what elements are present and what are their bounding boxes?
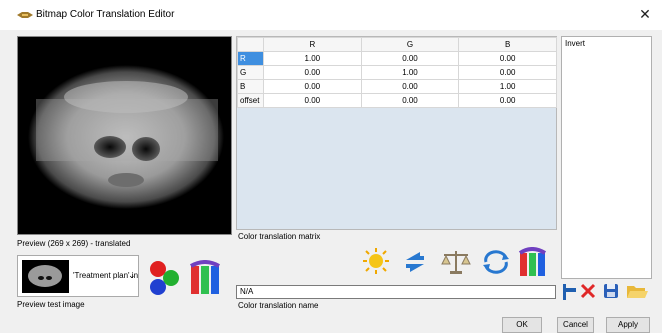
test-image-selector[interactable]: 'Treatment plan' in ⌄ xyxy=(17,255,139,297)
matrix-cell[interactable]: 0.00 xyxy=(360,79,460,94)
matrix-row-header[interactable]: B xyxy=(237,79,264,94)
matrix-cell[interactable]: 0.00 xyxy=(360,51,460,66)
apply-button[interactable]: Apply xyxy=(606,317,650,333)
save-disk-icon[interactable] xyxy=(603,283,619,299)
matrix-cell[interactable]: 1.00 xyxy=(263,51,362,66)
cancel-button[interactable]: Cancel xyxy=(557,317,594,333)
preset-list[interactable]: Invert xyxy=(561,36,652,279)
matrix-row[interactable]: R 1.00 0.00 0.00 xyxy=(237,51,557,66)
color-matrix-table: R G B R 1.00 0.00 0.00 G 0.00 1.00 0.00 … xyxy=(237,37,557,108)
ok-button[interactable]: OK xyxy=(502,317,542,333)
color-channels-icon[interactable] xyxy=(189,260,229,296)
matrix-cell[interactable]: 0.00 xyxy=(263,93,362,108)
matrix-cell[interactable]: 0.00 xyxy=(458,93,557,108)
flag-icon[interactable] xyxy=(561,282,577,300)
matrix-caption: Color translation matrix xyxy=(238,232,321,241)
preview-caption: Preview (269 x 269) - translated xyxy=(17,239,131,248)
preview-image xyxy=(17,36,232,235)
test-image-caption: Preview test image xyxy=(17,300,85,309)
sun-icon[interactable] xyxy=(362,247,390,275)
color-matrix-panel: R G B R 1.00 0.00 0.00 G 0.00 1.00 0.00 … xyxy=(236,36,557,230)
color-translation-name-input[interactable]: N/A xyxy=(236,285,556,299)
matrix-cell[interactable]: 1.00 xyxy=(458,79,557,94)
matrix-header-row: R G B xyxy=(237,37,557,52)
matrix-cell[interactable]: 1.00 xyxy=(360,65,460,80)
matrix-cell[interactable]: 0.00 xyxy=(458,51,557,66)
matrix-cell[interactable]: 0.00 xyxy=(263,79,362,94)
matrix-cell[interactable]: 0.00 xyxy=(263,65,362,80)
title-bar: Bitmap Color Translation Editor ✕ xyxy=(0,0,662,30)
matrix-corner xyxy=(237,37,264,52)
matrix-column-header: G xyxy=(360,37,460,52)
list-item[interactable]: Invert xyxy=(565,39,585,48)
matrix-row[interactable]: B 0.00 0.00 1.00 xyxy=(237,79,557,94)
palette-icon xyxy=(17,12,33,18)
matrix-row[interactable]: G 0.00 1.00 0.00 xyxy=(237,65,557,80)
chevron-down-icon[interactable]: ⌄ xyxy=(128,270,136,281)
matrix-cell[interactable]: 0.00 xyxy=(458,65,557,80)
balance-scale-icon[interactable] xyxy=(440,248,472,276)
color-channels-icon[interactable] xyxy=(518,247,552,277)
matrix-row-header[interactable]: offset xyxy=(237,93,264,108)
delete-x-icon[interactable] xyxy=(580,283,596,299)
name-caption: Color translation name xyxy=(238,301,319,310)
matrix-row-header[interactable]: R xyxy=(237,51,264,66)
window-title: Bitmap Color Translation Editor xyxy=(36,9,175,20)
matrix-column-header: B xyxy=(458,37,557,52)
rgb-balls-icon[interactable] xyxy=(145,260,181,296)
matrix-row-header[interactable]: G xyxy=(237,65,264,80)
matrix-row[interactable]: offset 0.00 0.00 0.00 xyxy=(237,93,557,108)
test-image-thumbnail xyxy=(22,260,69,293)
open-folder-icon[interactable] xyxy=(625,281,649,301)
matrix-column-header: R xyxy=(263,37,362,52)
close-icon[interactable]: ✕ xyxy=(637,6,653,22)
matrix-cell[interactable]: 0.00 xyxy=(360,93,460,108)
swap-arrows-icon[interactable] xyxy=(402,248,428,276)
cycle-arrows-icon[interactable] xyxy=(480,250,512,274)
